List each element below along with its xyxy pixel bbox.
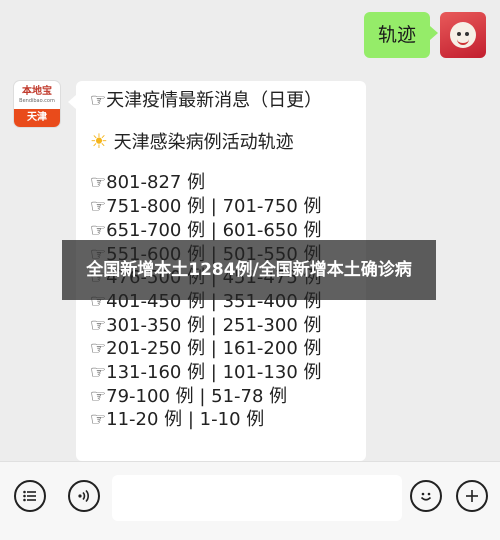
menu-list-icon[interactable] — [14, 480, 46, 512]
message-subtitle: 天津感染病例活动轨迹 — [113, 131, 294, 153]
voice-icon[interactable] — [68, 480, 100, 512]
user-avatar[interactable] — [440, 12, 486, 58]
case-range-link[interactable]: ☞11-20 例 | 1-10 例 — [90, 408, 352, 432]
case-range-link[interactable]: ☞751-800 例 | 701-750 例 — [90, 195, 352, 219]
plus-icon[interactable] — [456, 480, 488, 512]
sun-icon: ☀ — [90, 128, 108, 153]
chat-input-bar — [0, 461, 500, 540]
case-range-link[interactable]: ☞79-100 例 | 51-78 例 — [90, 385, 352, 409]
emoji-icon[interactable] — [410, 480, 442, 512]
case-range-link[interactable]: ☞801-827 例 — [90, 171, 352, 195]
eye-icon — [465, 32, 469, 36]
message-header[interactable]: ☞天津疫情最新消息（日更） — [90, 89, 352, 113]
news-caption-overlay: 全国新增本土1284例/全国新增本土确诊病 — [62, 240, 436, 300]
message-subtitle-row: ☀ 天津感染病例活动轨迹 — [90, 128, 352, 155]
mouth-icon — [457, 38, 469, 45]
sender-site: Bendibao.com — [19, 98, 55, 104]
case-range-link[interactable]: ☞301-350 例 | 251-300 例 — [90, 314, 352, 338]
case-range-link[interactable]: ☞201-250 例 | 161-200 例 — [90, 337, 352, 361]
message-lines: ☞801-827 例 ☞751-800 例 | 701-750 例 ☞651-700… — [90, 171, 352, 432]
outgoing-bubble[interactable]: 轨迹 — [363, 12, 439, 58]
eye-icon — [457, 32, 461, 36]
case-range-link[interactable]: ☞131-160 例 | 101-130 例 — [90, 361, 352, 385]
message-input[interactable] — [112, 475, 402, 521]
sender-city: 天津 — [14, 109, 60, 127]
case-range-link[interactable]: ☞651-700 例 | 601-650 例 — [90, 219, 352, 243]
sender-brand: 本地宝 — [22, 86, 52, 97]
sender-avatar[interactable]: 本地宝 Bendibao.com 天津 — [14, 81, 60, 127]
outgoing-message: 轨迹 — [363, 12, 486, 58]
avatar-face-icon — [450, 22, 476, 48]
